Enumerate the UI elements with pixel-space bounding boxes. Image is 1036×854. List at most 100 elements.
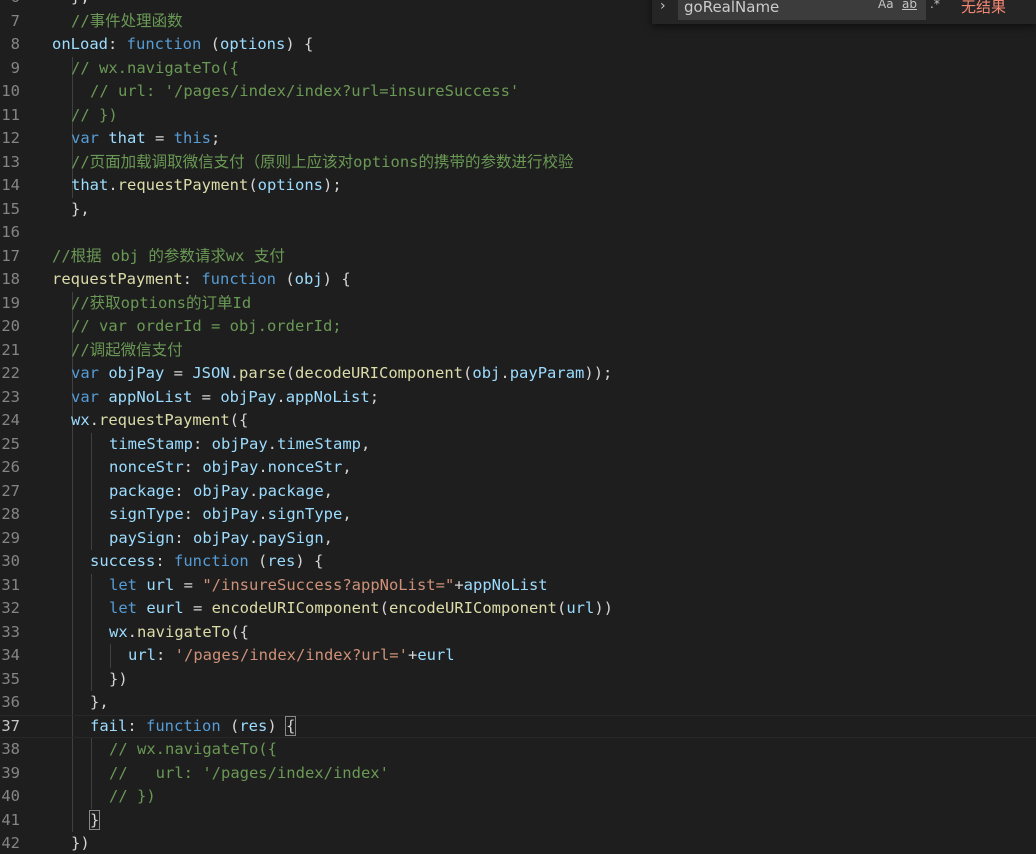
- code-token: ,: [342, 458, 352, 476]
- code-token: .: [267, 434, 278, 453]
- indent-guide: [91, 479, 92, 503]
- line-number: 14: [1, 176, 20, 194]
- code-token: res: [267, 552, 296, 570]
- indent-guide: [72, 785, 73, 809]
- code-token: ;: [369, 387, 380, 406]
- code-token: .: [229, 364, 240, 382]
- match-case-toggle[interactable]: Aa: [878, 0, 894, 11]
- code-line[interactable]: 22 var objPay = JSON.parse(decodeURICompo…: [0, 362, 1036, 386]
- code-line[interactable]: 40 // }): [0, 785, 1036, 809]
- line-number: 20: [1, 317, 20, 335]
- code-line[interactable]: 16: [0, 221, 1036, 245]
- code-line[interactable]: 30 success: function (res) {: [0, 550, 1036, 574]
- code-token: //调起微信支付: [71, 340, 183, 359]
- line-code: //获取options的订单Id: [71, 292, 251, 316]
- code-line[interactable]: 36},: [0, 691, 1036, 715]
- code-line[interactable]: 23 var appNoList = objPay.appNoList;: [0, 385, 1036, 409]
- code-token: ;: [211, 129, 221, 147]
- indent-guide: [91, 761, 92, 785]
- code-token: payParam: [509, 364, 585, 382]
- code-token: ) {: [285, 35, 314, 53]
- code-line[interactable]: 10 // url: '/pages/index/index?url=insure…: [0, 80, 1036, 104]
- code-token: (: [463, 364, 473, 382]
- code-line[interactable]: 12 var that = this;: [0, 127, 1036, 151]
- code-token: =: [164, 364, 193, 382]
- line-code: let url = "/insureSuccess?appNoList="+ap…: [109, 574, 548, 598]
- line-number: 25: [1, 434, 20, 453]
- code-line[interactable]: 41}: [0, 808, 1036, 832]
- code-token: =: [145, 129, 174, 147]
- code-line[interactable]: 26 nonceStr: objPay.nonceStr,: [0, 456, 1036, 480]
- indent-guide: [91, 432, 92, 456]
- code-token: .: [258, 458, 268, 476]
- code-token: },: [71, 0, 90, 6]
- code-token: "/insureSuccess?appNoList=": [202, 575, 455, 594]
- code-token: paySign: [258, 528, 324, 547]
- code-line[interactable]: 24 wx.requestPayment({: [0, 409, 1036, 433]
- code-token: objPay: [193, 528, 249, 547]
- line-code: onLoad: function (options) {: [52, 33, 313, 57]
- code-line[interactable]: 18 requestPayment: function (obj) {: [0, 268, 1036, 292]
- code-token: // var orderId = obj.orderId;: [71, 317, 342, 335]
- code-token: signType: [267, 505, 343, 523]
- code-line[interactable]: 11 // }): [0, 103, 1036, 127]
- code-line[interactable]: 17 //根据 obj 的参数请求wx 支付: [0, 245, 1036, 269]
- code-line[interactable]: 31 let url = "/insureSuccess?appNoList="+…: [0, 573, 1036, 598]
- regex-toggle[interactable]: .*: [930, 0, 940, 11]
- code-line[interactable]: 32 let eurl = encodeURIComponent(encodeUR…: [0, 597, 1036, 621]
- code-token: ) {: [295, 552, 324, 570]
- code-line[interactable]: 8 onLoad: function (options) {: [0, 33, 1036, 57]
- code-line[interactable]: 25 timeStamp: objPay.timeStamp,: [0, 432, 1036, 456]
- code-line[interactable]: 33 wx.navigateTo({: [0, 620, 1036, 644]
- line-code: }): [71, 832, 90, 854]
- code-token: // wx.navigateTo({: [109, 740, 277, 758]
- line-number: 38: [1, 740, 20, 758]
- editor-lines[interactable]: 6},7//事件处理函数8onLoad: function (options) …: [0, 0, 1036, 854]
- indent-guide: [110, 644, 111, 668]
- indent-guide: [72, 503, 73, 527]
- line-code: signType: objPay.signType,: [109, 503, 352, 527]
- code-token: ): [267, 716, 286, 735]
- code-line[interactable]: 35}): [0, 667, 1036, 691]
- code-token: ({: [229, 411, 249, 429]
- code-token: var: [71, 129, 99, 147]
- code-line[interactable]: 21 //调起微信支付: [0, 338, 1036, 362]
- indent-guide: [91, 503, 92, 527]
- chevron-right-icon[interactable]: ›: [660, 0, 666, 14]
- code-token: .: [276, 387, 286, 406]
- code-token: url: [128, 646, 156, 664]
- code-line[interactable]: 38 // wx.navigateTo({: [0, 738, 1036, 762]
- code-line[interactable]: 9 // wx.navigateTo({: [0, 56, 1036, 80]
- line-number: 24: [1, 411, 20, 429]
- code-line[interactable]: 13 //页面加载调取微信支付（原则上应该对options的携带的参数进行校验: [0, 150, 1036, 174]
- code-line[interactable]: 20 // var orderId = obj.orderId;: [0, 315, 1036, 339]
- code-token: requestPayment: [117, 176, 249, 194]
- code-line[interactable]: 39 // url: '/pages/index/index': [0, 761, 1036, 785]
- line-number: 18: [1, 270, 20, 288]
- code-line[interactable]: 29 paySign: objPay.paySign,: [0, 526, 1036, 550]
- indent-guide: [72, 691, 73, 715]
- code-line[interactable]: 27 package: objPay.package,: [0, 479, 1036, 503]
- code-token: =: [174, 575, 203, 594]
- code-token: (: [275, 270, 295, 288]
- code-token: .: [108, 176, 118, 194]
- code-line[interactable]: 28 signType: objPay.signType,: [0, 503, 1036, 527]
- code-line[interactable]: 15},: [0, 198, 1036, 222]
- code-line[interactable]: 19 //获取options的订单Id: [0, 291, 1036, 316]
- line-number: 16: [1, 223, 20, 241]
- code-editor[interactable]: 6},7//事件处理函数8onLoad: function (options) …: [0, 0, 1036, 854]
- code-token: let: [109, 599, 137, 617]
- code-token: // url: '/pages/index/index': [109, 763, 389, 782]
- code-token: =: [192, 387, 221, 406]
- indent-guide: [91, 456, 92, 480]
- code-line[interactable]: 34 url: '/pages/index/index?url='+eurl: [0, 644, 1036, 668]
- whole-word-toggle[interactable]: ab: [902, 0, 917, 11]
- code-token: ,: [342, 505, 352, 523]
- code-line[interactable]: 37 fail: function (res) {: [0, 714, 1036, 738]
- code-token: // wx.navigateTo({: [71, 58, 239, 77]
- code-line[interactable]: 42}): [0, 832, 1036, 854]
- code-line[interactable]: 14 that.requestPayment(options);: [0, 174, 1036, 198]
